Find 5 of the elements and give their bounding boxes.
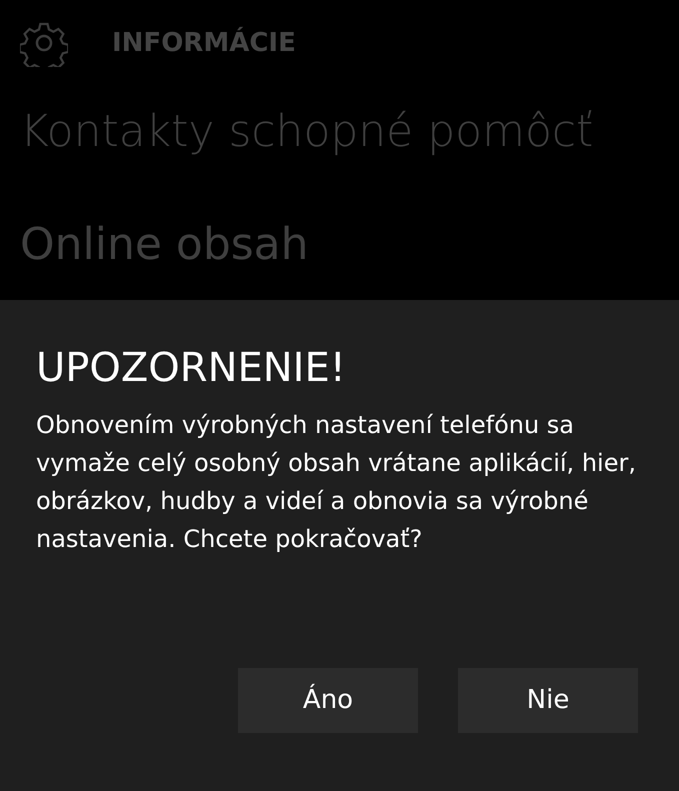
page-title: INFORMÁCIE bbox=[112, 26, 296, 60]
dialog-message: Obnovením výrobných nastavení telefónu sa vymaže celý osobný obsah vrátane aplikácií, hier, obrázkov, hudby a videí a obnovia sa výrobné nastavenia. Chcete pokračovať? bbox=[36, 410, 637, 555]
dialog-title: UPOZORNENIE! bbox=[36, 344, 347, 392]
dialog-button[interactable]: Nie bbox=[458, 668, 638, 733]
dialog-button[interactable]: Áno bbox=[238, 668, 418, 733]
